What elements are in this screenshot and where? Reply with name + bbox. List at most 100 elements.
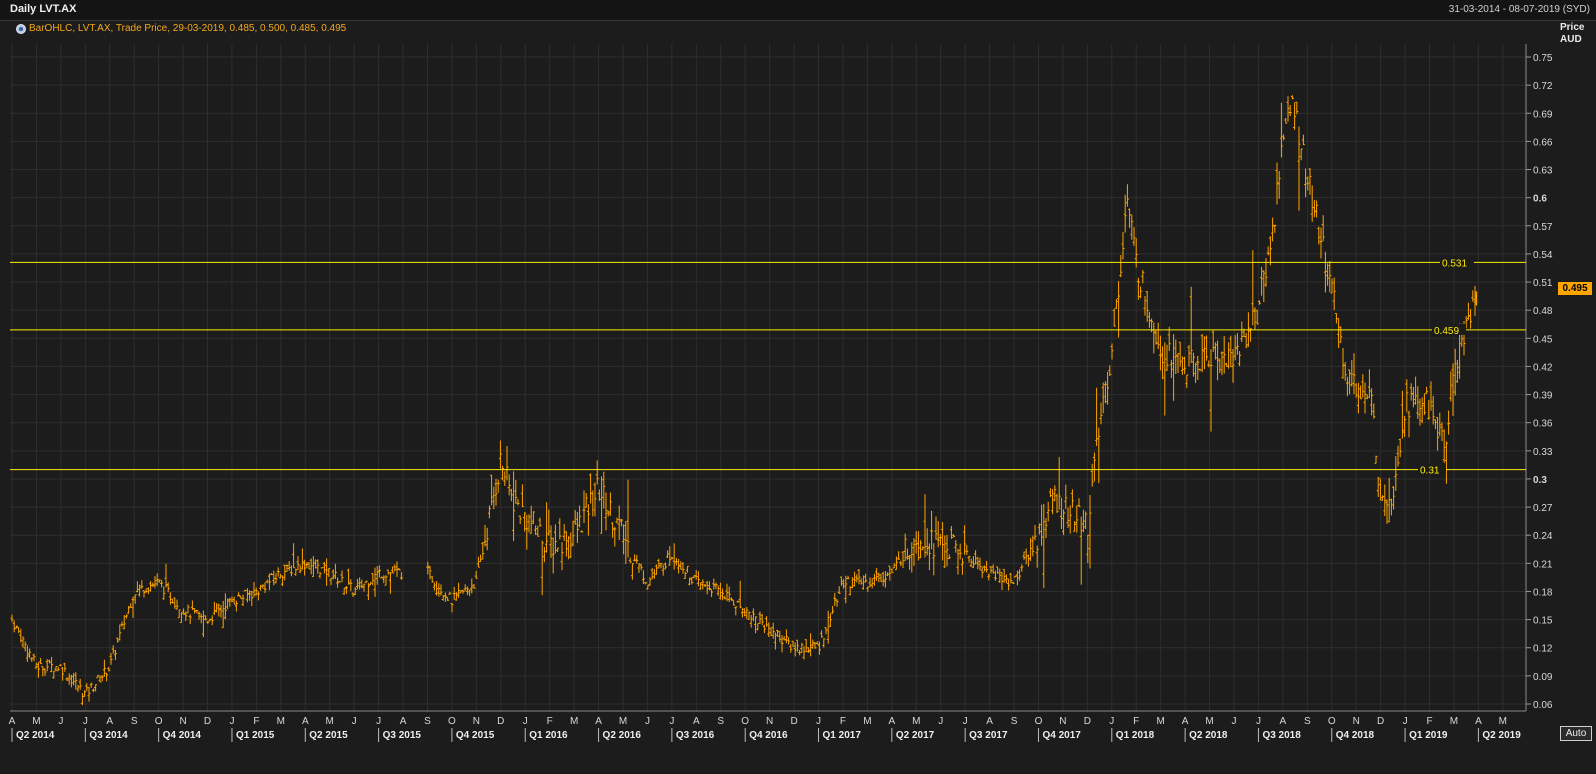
x-month-label: J [669, 716, 674, 727]
x-month-label: A [106, 716, 113, 727]
y-tick-label: 0.39 [1533, 391, 1553, 402]
x-month-label: M [1499, 716, 1507, 727]
x-month-label: A [302, 716, 309, 727]
y-tick-label: 0.09 [1533, 672, 1553, 683]
y-tick-label: 0.54 [1533, 250, 1553, 261]
x-quarter-label: Q2 2017 [896, 730, 935, 741]
y-tick-label: 0.48 [1533, 306, 1553, 317]
y-tick-label: 0.69 [1533, 109, 1553, 120]
x-month-label: J [58, 716, 63, 727]
x-month-label: J [1232, 716, 1237, 727]
y-tick-label: 0.42 [1533, 362, 1553, 373]
x-month-label: J [352, 716, 357, 727]
x-month-label: D [790, 716, 797, 727]
y-tick-label: 0.27 [1533, 503, 1553, 514]
x-quarter-label: Q3 2014 [89, 730, 128, 741]
chart-title: Daily LVT.AX [10, 3, 77, 15]
y-tick-label: 0.75 [1533, 53, 1553, 64]
x-month-label: A [595, 716, 602, 727]
x-quarter-label: Q1 2017 [823, 730, 862, 741]
x-quarter-label: Q2 2015 [309, 730, 348, 741]
x-month-label: M [1157, 716, 1165, 727]
x-quarter-label: Q4 2018 [1336, 730, 1375, 741]
x-quarter-label: Q4 2016 [749, 730, 788, 741]
x-quarter-label: Q2 2019 [1482, 730, 1521, 741]
x-month-label: J [645, 716, 650, 727]
x-month-label: F [1133, 716, 1139, 727]
x-quarter-label: Q1 2019 [1409, 730, 1448, 741]
date-range: 31-03-2014 - 08-07-2019 (SYD) [1448, 4, 1590, 15]
level-label: 0.531 [1442, 258, 1467, 269]
level-label: 0.31 [1420, 466, 1440, 477]
y-tick-label: 0.33 [1533, 447, 1553, 458]
x-month-label: F [253, 716, 259, 727]
x-month-label: M [619, 716, 627, 727]
x-month-label: J [963, 716, 968, 727]
x-quarter-label: Q4 2014 [163, 730, 202, 741]
y-tick-label: 0.12 [1533, 644, 1553, 655]
x-month-label: N [179, 716, 186, 727]
y-tick-label: 0.21 [1533, 559, 1553, 570]
x-month-label: A [889, 716, 896, 727]
x-month-label: M [863, 716, 871, 727]
x-month-label: A [400, 716, 407, 727]
x-month-label: M [570, 716, 578, 727]
x-month-label: O [1035, 716, 1043, 727]
x-month-label: M [912, 716, 920, 727]
x-month-label: F [840, 716, 846, 727]
x-quarter-label: Q3 2017 [969, 730, 1008, 741]
x-month-label: J [523, 716, 528, 727]
x-month-label: J [1256, 716, 1261, 727]
x-month-label: M [32, 716, 40, 727]
x-month-label: A [9, 716, 16, 727]
x-quarter-label: Q4 2015 [456, 730, 495, 741]
x-month-label: O [1328, 716, 1336, 727]
x-month-label: M [1450, 716, 1458, 727]
x-month-label: S [1011, 716, 1018, 727]
x-month-label: O [448, 716, 456, 727]
x-month-label: A [1280, 716, 1287, 727]
x-month-label: J [938, 716, 943, 727]
x-month-label: J [1403, 716, 1408, 727]
x-quarter-label: Q1 2015 [236, 730, 275, 741]
x-quarter-label: Q2 2016 [603, 730, 642, 741]
x-quarter-label: Q3 2018 [1262, 730, 1301, 741]
x-month-label: A [1182, 716, 1189, 727]
auto-scale-button[interactable]: Auto [1560, 726, 1592, 741]
x-quarter-label: Q4 2017 [1042, 730, 1081, 741]
x-month-label: N [1059, 716, 1066, 727]
y-tick-label: 0.6 [1533, 194, 1547, 205]
x-month-label: A [986, 716, 993, 727]
x-quarter-label: Q2 2014 [16, 730, 55, 741]
x-month-label: D [204, 716, 211, 727]
x-month-label: D [1377, 716, 1384, 727]
x-month-label: N [473, 716, 480, 727]
x-month-label: O [155, 716, 163, 727]
y-tick-label: 0.15 [1533, 616, 1553, 627]
x-month-label: F [1426, 716, 1432, 727]
x-quarter-label: Q1 2018 [1116, 730, 1155, 741]
x-quarter-label: Q1 2016 [529, 730, 568, 741]
x-month-label: S [717, 716, 724, 727]
y-tick-label: 0.36 [1533, 419, 1553, 430]
x-month-label: S [131, 716, 138, 727]
last-price-badge: 0.495 [1558, 282, 1592, 295]
x-month-label: J [229, 716, 234, 727]
x-month-label: S [424, 716, 431, 727]
x-month-label: N [1353, 716, 1360, 727]
x-month-label: A [693, 716, 700, 727]
x-month-label: F [547, 716, 553, 727]
y-tick-label: 0.63 [1533, 166, 1553, 177]
x-quarter-label: Q2 2018 [1189, 730, 1228, 741]
x-month-label: M [1205, 716, 1213, 727]
x-month-label: D [1084, 716, 1091, 727]
y-tick-label: 0.24 [1533, 531, 1553, 542]
x-month-label: J [376, 716, 381, 727]
x-quarter-label: Q3 2015 [383, 730, 422, 741]
price-chart[interactable]: 0.06 0.09 0.12 0.15 0.18 0.21 0.24 0.27 0.3 0.33 0… [0, 20, 1596, 774]
chart-window: Daily LVT.AX 31-03-2014 - 08-07-2019 (SY… [0, 0, 1596, 774]
x-month-label: J [83, 716, 88, 727]
y-tick-label: 0.3 [1533, 475, 1547, 486]
y-tick-label: 0.51 [1533, 278, 1553, 289]
x-quarter-label: Q3 2016 [676, 730, 715, 741]
